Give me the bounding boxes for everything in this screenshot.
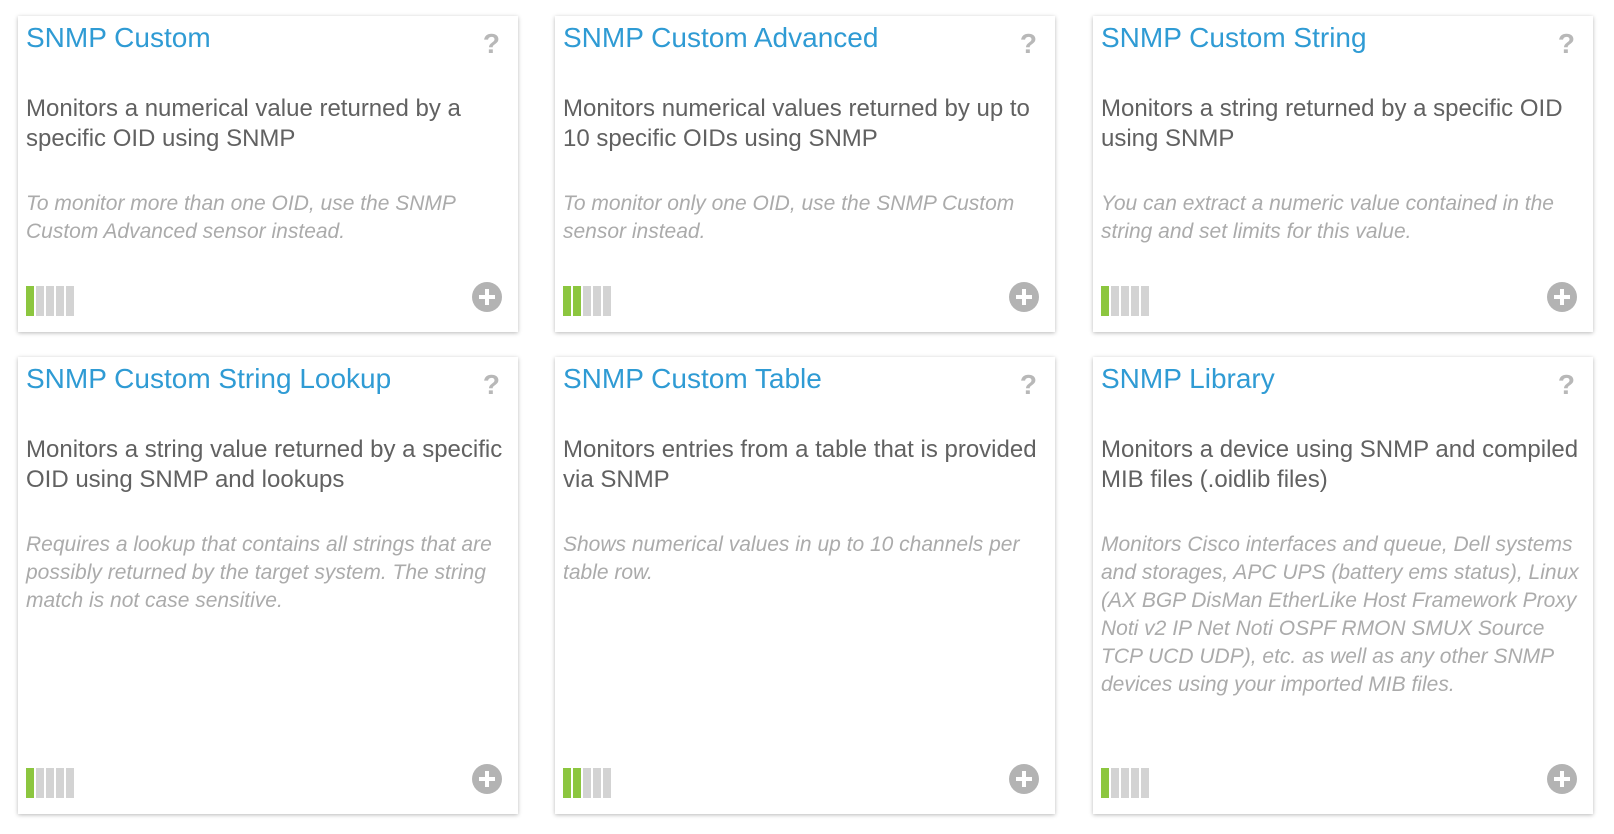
performance-meter-segment [573, 286, 581, 316]
sensor-note: Shows numerical values in up to 10 chann… [563, 533, 1020, 584]
add-sensor-icon[interactable] [472, 764, 502, 794]
sensor-description: Monitors a string value returned by a sp… [26, 436, 503, 493]
performance-meter-segment [1121, 768, 1129, 798]
sensor-title[interactable]: SNMP Library [1101, 363, 1275, 395]
performance-meter-segment [583, 286, 591, 316]
add-sensor-icon[interactable] [1009, 282, 1039, 312]
sensor-note: Monitors Cisco interfaces and queue, Del… [1101, 533, 1579, 696]
performance-meter-segment [1141, 768, 1149, 798]
performance-meter-segment [563, 286, 571, 316]
performance-meter-segment [1101, 286, 1109, 316]
performance-meter-segment [1131, 286, 1139, 316]
performance-meter-segment [603, 286, 611, 316]
performance-meter-segment [1111, 768, 1119, 798]
performance-meter-segment [66, 768, 74, 798]
help-icon[interactable]: ? [1558, 369, 1575, 401]
performance-meter-segment [1131, 768, 1139, 798]
performance-meter-segment [36, 768, 44, 798]
performance-meter-segment [603, 768, 611, 798]
performance-meter-segment [56, 768, 64, 798]
sensor-card-snmp-custom-string[interactable]: SNMP Custom String ? Monitors a string r… [1093, 16, 1593, 332]
performance-meter-segment [1111, 286, 1119, 316]
help-icon[interactable]: ? [483, 369, 500, 401]
sensor-card-snmp-custom-table[interactable]: SNMP Custom Table ? Monitors entries fro… [555, 357, 1055, 814]
performance-meter-segment [46, 286, 54, 316]
help-icon[interactable]: ? [1020, 369, 1037, 401]
performance-meter [1101, 286, 1149, 316]
performance-meter-segment [593, 286, 601, 316]
help-icon[interactable]: ? [483, 28, 500, 60]
add-sensor-icon[interactable] [1547, 764, 1577, 794]
performance-meter-segment [36, 286, 44, 316]
sensor-title[interactable]: SNMP Custom Advanced [563, 22, 878, 54]
sensor-note: To monitor more than one OID, use the SN… [26, 192, 456, 243]
add-sensor-icon[interactable] [1009, 764, 1039, 794]
performance-meter-segment [583, 768, 591, 798]
help-icon[interactable]: ? [1020, 28, 1037, 60]
sensor-description: Monitors entries from a table that is pr… [563, 436, 1037, 493]
performance-meter-segment [1141, 286, 1149, 316]
sensor-card-snmp-custom-string-lookup[interactable]: SNMP Custom String Lookup ? Monitors a s… [18, 357, 518, 814]
sensor-description: Monitors a numerical value returned by a… [26, 95, 461, 152]
sensor-description: Monitors numerical values returned by up… [563, 95, 1030, 152]
performance-meter [563, 768, 611, 798]
sensor-note: To monitor only one OID, use the SNMP Cu… [563, 192, 1015, 243]
performance-meter-segment [593, 768, 601, 798]
sensor-note: Requires a lookup that contains all stri… [26, 533, 492, 612]
sensor-description: Monitors a string returned by a specific… [1101, 95, 1563, 152]
performance-meter-segment [66, 286, 74, 316]
sensor-title[interactable]: SNMP Custom String [1101, 22, 1367, 54]
sensor-title[interactable]: SNMP Custom Table [563, 363, 822, 395]
performance-meter [26, 286, 74, 316]
performance-meter [1101, 768, 1149, 798]
performance-meter-segment [573, 768, 581, 798]
sensor-title[interactable]: SNMP Custom String Lookup [26, 363, 391, 395]
performance-meter-segment [1101, 768, 1109, 798]
sensor-card-grid: SNMP Custom ? Monitors a numerical value… [0, 0, 1614, 834]
sensor-card-snmp-custom[interactable]: SNMP Custom ? Monitors a numerical value… [18, 16, 518, 332]
sensor-description: Monitors a device using SNMP and compile… [1101, 436, 1579, 493]
sensor-card-snmp-custom-advanced[interactable]: SNMP Custom Advanced ? Monitors numerica… [555, 16, 1055, 332]
help-icon[interactable]: ? [1558, 28, 1575, 60]
sensor-card-snmp-library[interactable]: SNMP Library ? Monitors a device using S… [1093, 357, 1593, 814]
performance-meter-segment [26, 768, 34, 798]
performance-meter-segment [46, 768, 54, 798]
performance-meter [563, 286, 611, 316]
sensor-note: You can extract a numeric value containe… [1101, 192, 1554, 243]
performance-meter-segment [26, 286, 34, 316]
add-sensor-icon[interactable] [472, 282, 502, 312]
performance-meter-segment [1121, 286, 1129, 316]
performance-meter-segment [56, 286, 64, 316]
performance-meter [26, 768, 74, 798]
sensor-title[interactable]: SNMP Custom [26, 22, 211, 54]
performance-meter-segment [563, 768, 571, 798]
add-sensor-icon[interactable] [1547, 282, 1577, 312]
